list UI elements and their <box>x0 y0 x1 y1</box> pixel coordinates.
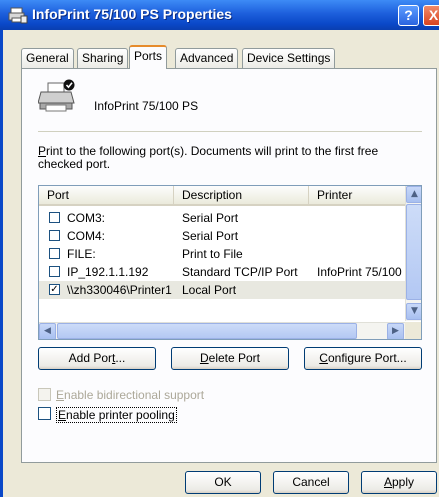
tab-ports[interactable]: Ports <box>129 45 168 69</box>
title-bar[interactable]: InfoPrint 75/100 PS Properties ? X <box>0 0 439 30</box>
port-row[interactable]: IP_192.1.1.192 Standard TCP/IP Port Info… <box>39 263 405 281</box>
bidirectional-label-rest: nable bidirectional support <box>64 388 205 402</box>
bidirectional-accesskey: E <box>56 388 65 402</box>
help-button[interactable]: ? <box>398 5 419 26</box>
tab-general[interactable]: General <box>21 48 74 68</box>
configure-port-button[interactable]: Configure Port... <box>304 347 422 370</box>
scroll-up-icon[interactable]: ▲ <box>406 186 421 203</box>
port-name: IP_192.1.1.192 <box>67 265 149 279</box>
instructions-rest: rint to the following port(s). Documents… <box>38 144 379 171</box>
scroll-down-icon[interactable]: ▼ <box>406 303 421 320</box>
printer-pooling-option[interactable]: Enable printer pooling <box>38 407 278 423</box>
port-row[interactable]: FILE: Print to File <box>39 245 405 263</box>
horizontal-scroll-thumb[interactable] <box>57 323 357 339</box>
scroll-left-icon[interactable]: ◀ <box>39 323 56 339</box>
port-checkbox[interactable] <box>49 266 60 277</box>
vertical-scrollbar[interactable]: ▲ ▼ <box>405 186 421 321</box>
port-description: Print to File <box>182 247 243 261</box>
scrollbar-corner <box>405 322 421 339</box>
port-checkbox[interactable] <box>49 248 60 259</box>
cancel-button[interactable]: Cancel <box>273 471 349 494</box>
delete-port-label: elete Port <box>208 351 261 365</box>
pooling-label-rest: nable printer pooling <box>66 408 175 422</box>
printer-name: InfoPrint 75/100 PS <box>94 99 199 113</box>
separator <box>38 131 422 132</box>
instructions-text: Print to the following port(s). Document… <box>38 145 418 171</box>
ports-tab-panel: InfoPrint 75/100 PS Print to the followi… <box>21 68 437 463</box>
ports-list[interactable]: Port Description Printer COM3: Serial Po… <box>38 185 422 340</box>
scroll-right-icon[interactable]: ▶ <box>387 323 404 339</box>
list-rows: COM3: Serial Port COM4: Serial Port FILE… <box>39 207 405 321</box>
printer-icon <box>38 79 75 112</box>
column-header-description[interactable]: Description <box>174 186 309 206</box>
port-row[interactable]: COM3: Serial Port <box>39 209 405 227</box>
pooling-accesskey: E <box>58 408 67 422</box>
port-name: FILE: <box>67 247 96 261</box>
printer-pooling-checkbox[interactable] <box>38 407 51 420</box>
port-description: Serial Port <box>182 229 239 243</box>
add-port-label-before: Add Por <box>68 351 112 365</box>
port-row[interactable]: COM4: Serial Port <box>39 227 405 245</box>
window-title: InfoPrint 75/100 PS Properties <box>32 6 232 22</box>
port-description: Standard TCP/IP Port <box>182 265 298 279</box>
port-checkbox[interactable] <box>49 212 60 223</box>
tab-sharing[interactable]: Sharing <box>77 48 129 68</box>
apply-button[interactable]: Apply <box>361 471 437 494</box>
port-description: Serial Port <box>182 211 239 225</box>
apply-label: pply <box>392 475 415 489</box>
port-row-selected[interactable]: ✓ \\zh330046\Printer1 Local Port <box>39 281 405 299</box>
printer-pooling-label: Enable printer pooling <box>56 407 177 423</box>
add-port-label-after: ... <box>115 351 126 365</box>
configure-port-label: onfigure Port... <box>327 351 407 365</box>
port-name: \\zh330046\Printer1 <box>67 283 172 297</box>
configure-port-accesskey: C <box>319 351 328 365</box>
tab-device-settings[interactable]: Device Settings <box>242 48 336 68</box>
horizontal-scrollbar[interactable]: ◀ ▶ <box>39 322 405 339</box>
vertical-scroll-thumb[interactable] <box>406 204 421 300</box>
dialog-body: General Sharing Ports Advanced Device Se… <box>0 30 439 497</box>
add-port-button[interactable]: Add Port... <box>38 347 156 370</box>
list-header: Port Description Printer <box>39 186 405 206</box>
port-printer: InfoPrint 75/100 I <box>317 265 405 279</box>
port-name: COM3: <box>67 211 106 225</box>
delete-port-accesskey: D <box>199 351 209 365</box>
instructions-accesskey: P <box>38 144 47 158</box>
port-description: Local Port <box>182 283 237 297</box>
bidirectional-support-checkbox[interactable] <box>38 388 51 401</box>
bidirectional-support-label: Enable bidirectional support <box>56 388 204 402</box>
port-checkbox[interactable] <box>49 230 60 241</box>
printer-properties-icon <box>8 7 28 24</box>
tab-advanced[interactable]: Advanced <box>175 48 239 68</box>
close-button[interactable]: X <box>423 5 439 26</box>
bidirectional-support-option[interactable]: Enable bidirectional support <box>38 388 278 402</box>
column-header-printer[interactable]: Printer <box>309 186 405 206</box>
apply-accesskey: A <box>383 475 392 489</box>
delete-port-button[interactable]: Delete Port <box>171 347 289 370</box>
column-header-port[interactable]: Port <box>39 186 174 206</box>
ok-button[interactable]: OK <box>185 471 261 494</box>
port-checkbox[interactable]: ✓ <box>49 284 60 295</box>
port-name: COM4: <box>67 229 106 243</box>
